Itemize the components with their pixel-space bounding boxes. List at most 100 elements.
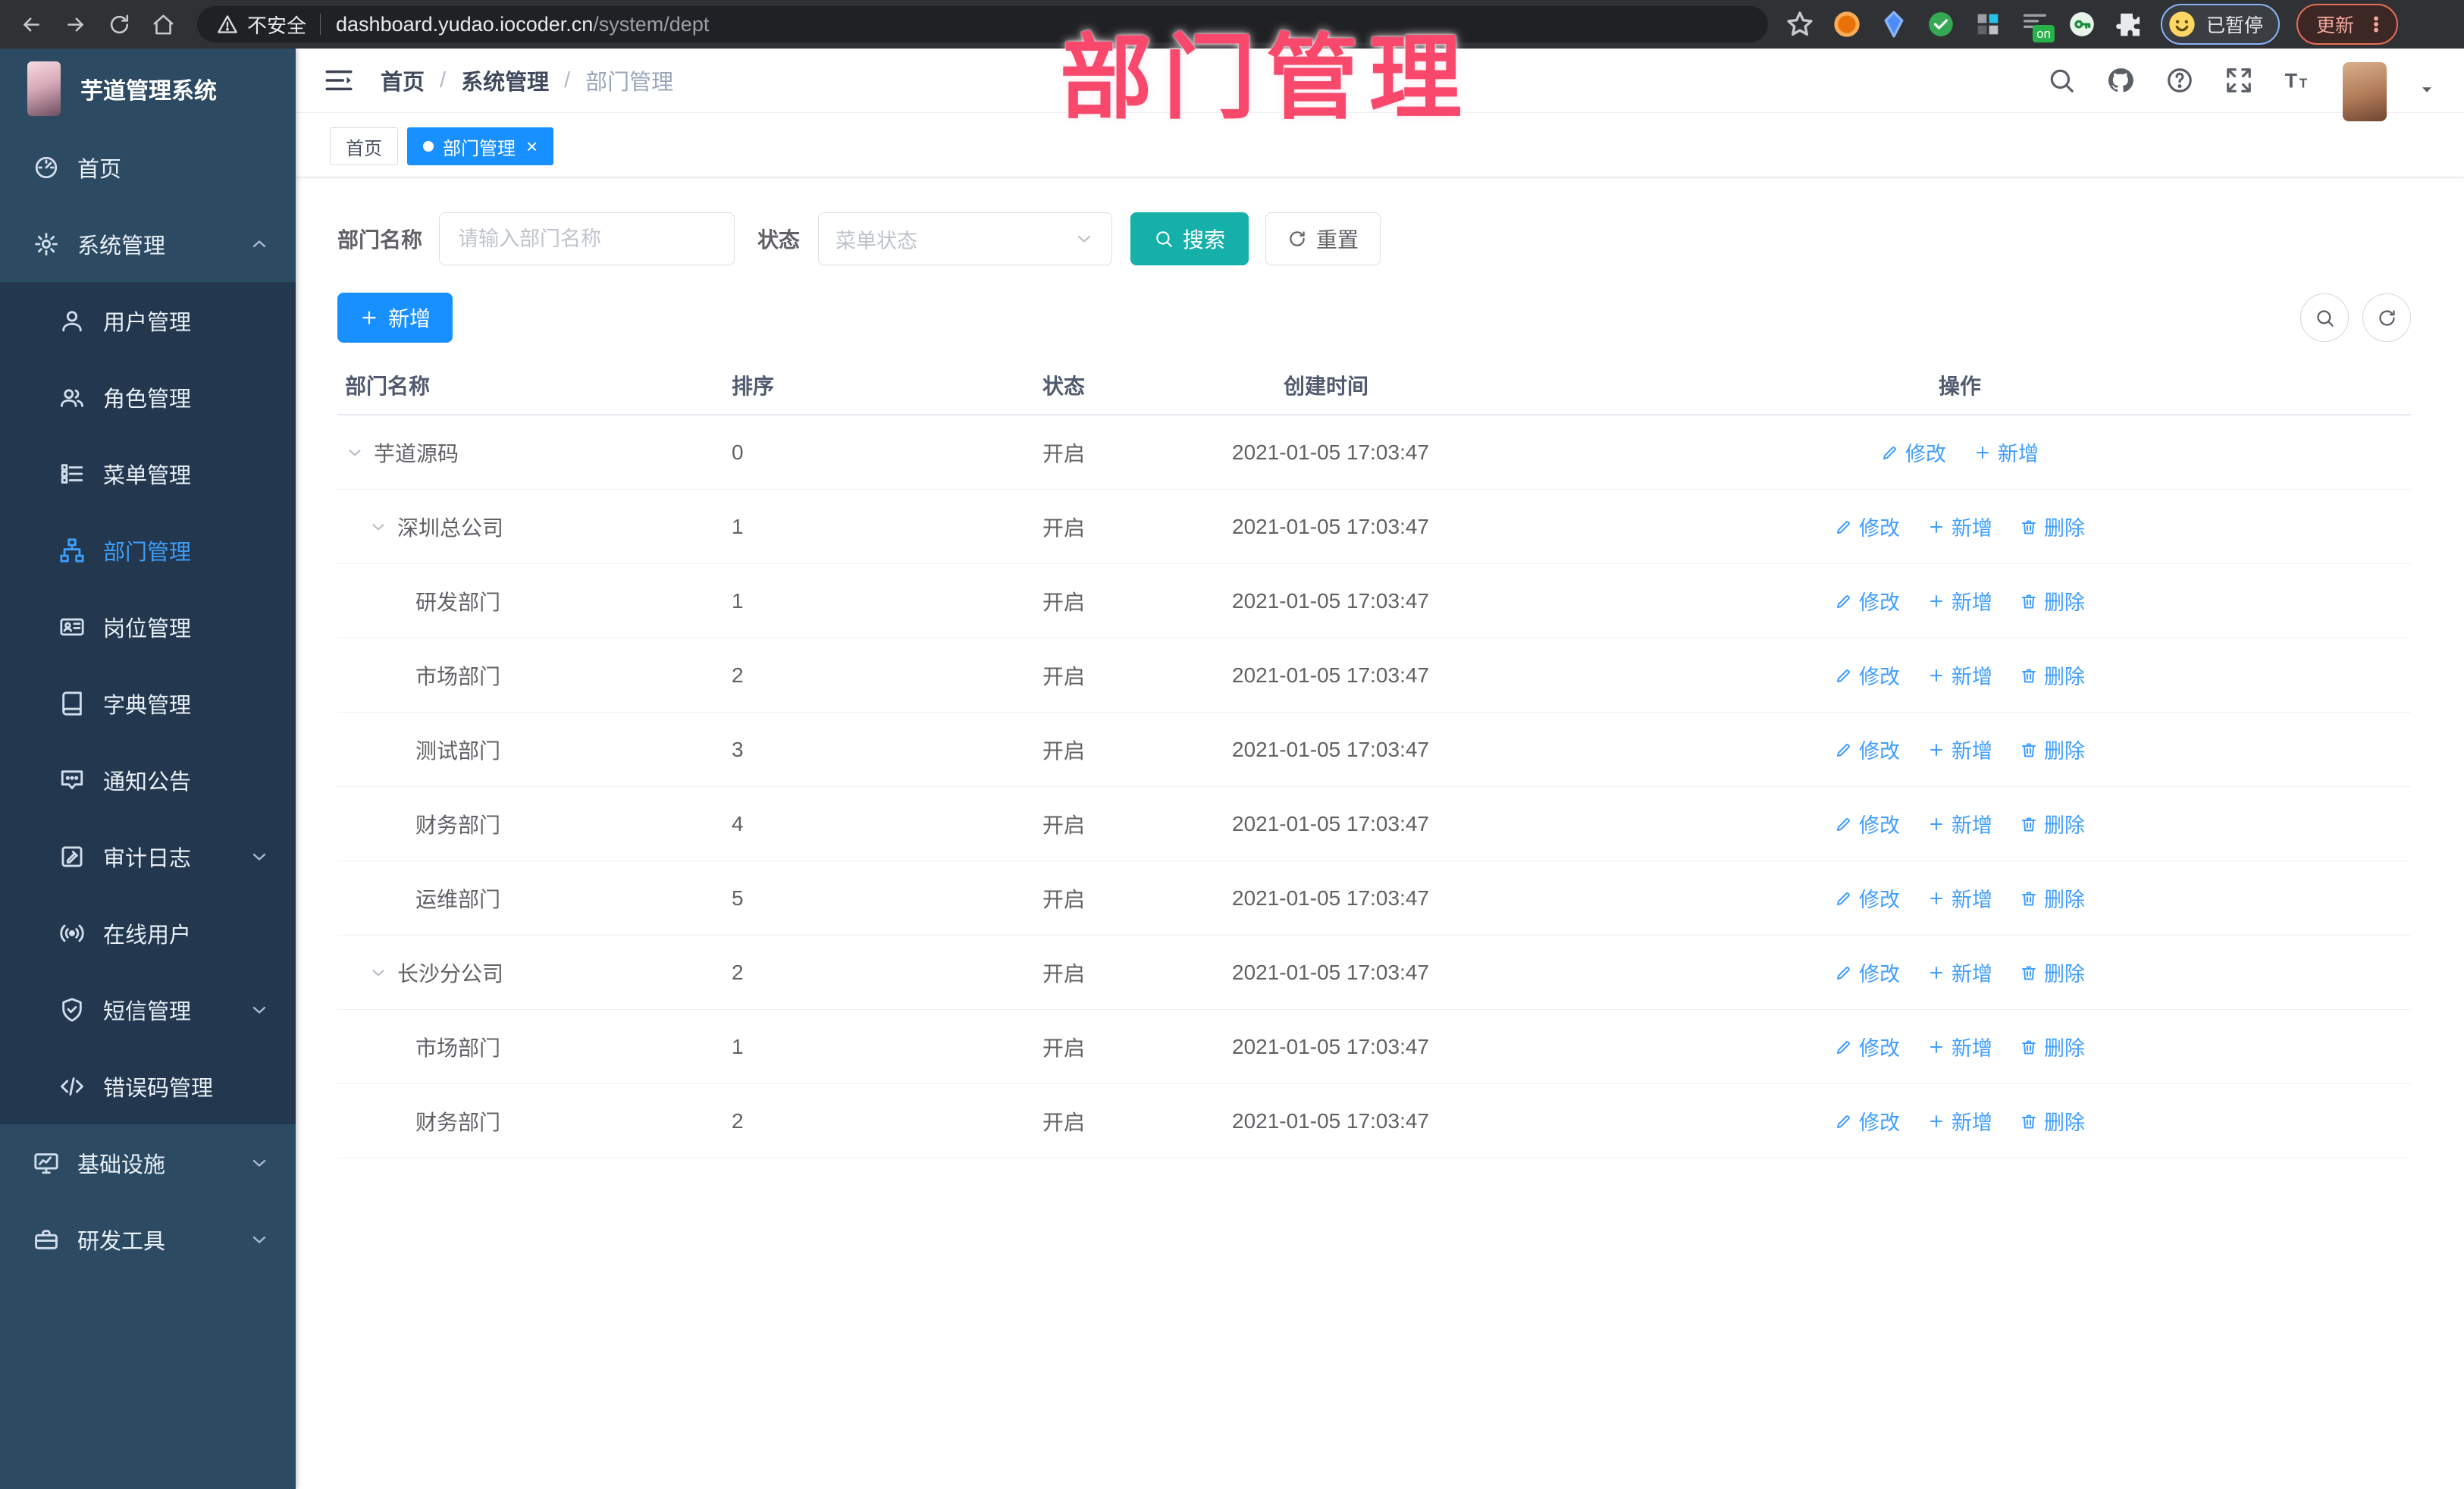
row-add-button[interactable]: 新增 — [1927, 883, 1992, 913]
sidebar-item-user-management[interactable]: 用户管理 — [0, 282, 296, 359]
row-edit-button[interactable]: 修改 — [1835, 1032, 1900, 1061]
header-actions: TT — [2047, 49, 2437, 121]
sidebar-item-sms-management[interactable]: 短信管理 — [0, 971, 296, 1048]
expand-arrow-icon[interactable] — [368, 517, 388, 537]
toggle-search-button[interactable] — [2300, 293, 2349, 342]
breadcrumb-system[interactable]: 系统管理 — [461, 64, 549, 96]
tab-home[interactable]: 首页 — [330, 127, 398, 165]
dept-sort-cell: 0 — [732, 440, 744, 464]
row-add-button[interactable]: 新增 — [1927, 1106, 1992, 1136]
extension-green-key-icon[interactable] — [2067, 9, 2097, 39]
fullscreen-icon[interactable] — [2224, 66, 2253, 95]
extension-puzzle-icon[interactable] — [2114, 9, 2144, 39]
dept-sort-cell: 2 — [732, 663, 744, 687]
sidebar-item-dev-tools[interactable]: 研发工具 — [0, 1201, 296, 1277]
row-edit-button[interactable]: 修改 — [1835, 958, 1900, 987]
extension-grid-squares-icon[interactable] — [1973, 9, 2003, 39]
sidebar-item-menu-management[interactable]: 菜单管理 — [0, 435, 296, 512]
action-label: 新增 — [1951, 889, 1992, 911]
row-add-button[interactable]: 新增 — [1927, 958, 1992, 987]
row-edit-button[interactable]: 修改 — [1881, 437, 1946, 467]
sidebar-item-infrastructure[interactable]: 基础设施 — [0, 1124, 296, 1201]
action-label: 删除 — [2044, 889, 2085, 911]
extension-orange-ring-icon[interactable] — [1832, 9, 1862, 39]
status-select[interactable]: 菜单状态 — [818, 212, 1113, 265]
table-row: 芋道源码 0 开启 2021-01-05 17:03:47 修改 新增 — [337, 415, 2411, 490]
search-button[interactable]: 搜索 — [1130, 212, 1249, 265]
row-delete-button[interactable]: 删除 — [2020, 809, 2085, 839]
row-delete-button[interactable]: 删除 — [2020, 1106, 2085, 1136]
chevron-down-icon[interactable] — [2417, 80, 2437, 99]
close-icon[interactable]: × — [526, 136, 538, 156]
security-warning-label[interactable]: 不安全 — [247, 11, 306, 39]
row-add-button[interactable]: 新增 — [1927, 809, 1992, 839]
dept-name-input[interactable] — [439, 212, 735, 265]
plus-icon — [1927, 592, 1945, 610]
row-delete-button[interactable]: 删除 — [2020, 586, 2085, 616]
dept-name: 运维部门 — [415, 887, 501, 911]
row-edit-button[interactable]: 修改 — [1835, 586, 1900, 616]
search-icon — [2315, 308, 2335, 328]
row-add-button[interactable]: 新增 — [1927, 586, 1992, 616]
sidebar-item-notice-announcement[interactable]: 通知公告 — [0, 741, 296, 818]
sidebar-item-audit-log[interactable]: 审计日志 — [0, 818, 296, 895]
font-size-icon[interactable]: TT — [2284, 66, 2312, 95]
action-label: 删除 — [2044, 1037, 2085, 1060]
extension-blue-gem-icon[interactable] — [1879, 9, 1909, 39]
row-delete-button[interactable]: 删除 — [2020, 1032, 2085, 1061]
row-add-button[interactable]: 新增 — [1927, 660, 1992, 690]
browser-home-button[interactable] — [144, 5, 182, 43]
sidebar-item-dict-management[interactable]: 字典管理 — [0, 665, 296, 741]
sidebar-item-online-users[interactable]: 在线用户 — [0, 895, 296, 971]
row-delete-button[interactable]: 删除 — [2020, 883, 2085, 913]
browser-reload-button[interactable] — [100, 5, 138, 43]
search-icon[interactable] — [2047, 66, 2076, 95]
row-add-button[interactable]: 新增 — [1973, 437, 2039, 467]
sidebar-item-label: 字典管理 — [103, 693, 192, 718]
browser-profile-chip[interactable]: 已暂停 — [2161, 4, 2281, 45]
sidebar-item-label: 通知公告 — [103, 770, 192, 795]
add-dept-button[interactable]: 新增 — [337, 293, 453, 343]
extension-green-check-icon[interactable] — [1926, 9, 1956, 39]
browser-back-button[interactable] — [12, 5, 50, 43]
browser-update-button[interactable]: 更新 — [2296, 4, 2399, 45]
reset-button[interactable]: 重置 — [1265, 212, 1381, 265]
sidebar-toggle-icon[interactable] — [323, 64, 355, 96]
sidebar-item-post-management[interactable]: 岗位管理 — [0, 588, 296, 665]
row-add-button[interactable]: 新增 — [1927, 512, 1992, 541]
row-edit-button[interactable]: 修改 — [1835, 1106, 1900, 1136]
expand-arrow-icon[interactable] — [345, 443, 365, 462]
refresh-table-button[interactable] — [2362, 293, 2411, 342]
row-add-button[interactable]: 新增 — [1927, 1032, 1992, 1061]
row-edit-button[interactable]: 修改 — [1835, 883, 1900, 913]
sidebar-item-system-management[interactable]: 系统管理 — [0, 205, 296, 282]
app-logo[interactable]: 芋道管理系统 — [0, 49, 296, 129]
trash-icon — [2020, 889, 2038, 908]
browser-forward-button[interactable] — [56, 5, 94, 43]
dept-status-cell: 开启 — [1042, 738, 1086, 763]
sidebar-item-role-management[interactable]: 角色管理 — [0, 359, 296, 435]
sidebar-item-home[interactable]: 首页 — [0, 129, 296, 205]
breadcrumb-home[interactable]: 首页 — [381, 64, 425, 96]
row-edit-button[interactable]: 修改 — [1835, 735, 1900, 764]
expand-arrow-icon[interactable] — [368, 963, 388, 983]
address-bar[interactable]: 不安全 dashboard.yudao.iocoder.cn /system/d… — [197, 6, 1768, 42]
row-delete-button[interactable]: 删除 — [2020, 512, 2085, 541]
vertical-dots-icon[interactable] — [2366, 14, 2386, 34]
tab-dept-management[interactable]: 部门管理 × — [407, 127, 554, 165]
row-delete-button[interactable]: 删除 — [2020, 958, 2085, 987]
row-edit-button[interactable]: 修改 — [1835, 512, 1900, 541]
row-delete-button[interactable]: 删除 — [2020, 735, 2085, 764]
sidebar-item-dept-management[interactable]: 部门管理 — [0, 512, 296, 588]
user-avatar[interactable] — [2343, 62, 2387, 121]
help-icon[interactable] — [2165, 66, 2194, 95]
dictionary-icon — [59, 691, 85, 716]
github-icon[interactable] — [2106, 66, 2135, 95]
row-edit-button[interactable]: 修改 — [1835, 660, 1900, 690]
row-delete-button[interactable]: 删除 — [2020, 660, 2085, 690]
row-edit-button[interactable]: 修改 — [1835, 809, 1900, 839]
bookmark-star-icon[interactable] — [1785, 9, 1815, 39]
row-add-button[interactable]: 新增 — [1927, 735, 1992, 764]
extension-screen-on-icon[interactable]: on — [2020, 9, 2055, 42]
sidebar-item-error-code-management[interactable]: 错误码管理 — [0, 1048, 296, 1124]
